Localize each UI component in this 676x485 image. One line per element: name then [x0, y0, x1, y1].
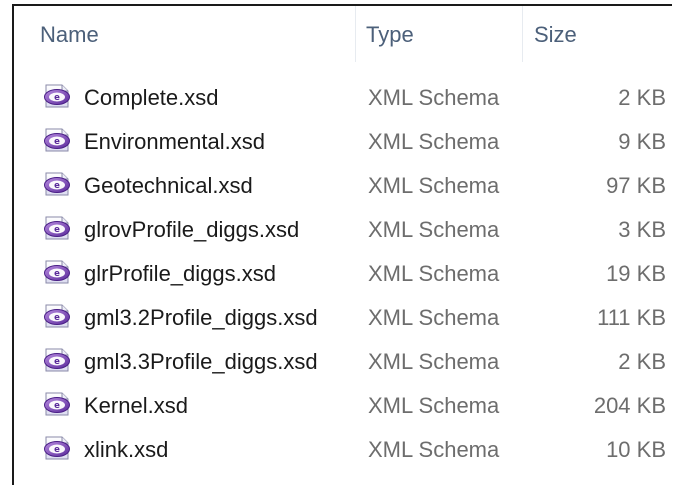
xml-schema-icon: e: [42, 304, 72, 328]
file-name: Environmental.xsd: [84, 129, 265, 154]
file-row[interactable]: e gml3.3Profile_diggs.xsd XML Schema 2 K…: [14, 340, 672, 384]
column-header-name[interactable]: Name: [40, 6, 354, 62]
svg-text:e: e: [54, 225, 60, 235]
file-row[interactable]: e gml3.2Profile_diggs.xsd XML Schema 111…: [14, 296, 672, 340]
file-size: 2 KB: [618, 85, 666, 110]
file-name: Complete.xsd: [84, 85, 219, 110]
file-name: glrProfile_diggs.xsd: [84, 261, 276, 286]
column-header-size[interactable]: Size: [534, 6, 672, 62]
xml-schema-icon: e: [42, 436, 72, 460]
file-size: 111 KB: [597, 305, 666, 330]
column-header-bar: Name Type Size: [14, 6, 672, 62]
file-name: glrovProfile_diggs.xsd: [84, 217, 300, 242]
svg-text:e: e: [54, 137, 60, 147]
svg-text:e: e: [54, 93, 60, 103]
file-type: XML Schema: [368, 393, 500, 418]
file-name: Kernel.xsd: [84, 393, 188, 418]
file-type: XML Schema: [368, 437, 500, 462]
xml-schema-icon: e: [42, 348, 72, 372]
file-row[interactable]: e Kernel.xsd XML Schema 204 KB: [14, 384, 672, 428]
svg-text:e: e: [54, 357, 60, 367]
column-divider[interactable]: [355, 6, 356, 62]
file-row[interactable]: e Complete.xsd XML Schema 2 KB: [14, 76, 672, 120]
svg-text:e: e: [54, 401, 60, 411]
file-list: e Complete.xsd XML Schema 2 KB e Environ…: [14, 76, 672, 472]
file-type: XML Schema: [368, 261, 500, 286]
svg-text:e: e: [54, 181, 60, 191]
file-row[interactable]: e Geotechnical.xsd XML Schema 97 KB: [14, 164, 672, 208]
svg-text:e: e: [54, 313, 60, 323]
file-size: 10 KB: [606, 437, 666, 462]
file-name: xlink.xsd: [84, 437, 169, 462]
file-size: 19 KB: [606, 261, 666, 286]
file-type: XML Schema: [368, 217, 500, 242]
file-type: XML Schema: [368, 85, 500, 110]
file-size: 2 KB: [618, 349, 666, 374]
xml-schema-icon: e: [42, 260, 72, 284]
svg-text:e: e: [54, 445, 60, 455]
file-row[interactable]: e glrProfile_diggs.xsd XML Schema 19 KB: [14, 252, 672, 296]
file-size: 204 KB: [593, 393, 666, 418]
file-row[interactable]: e Environmental.xsd XML Schema 9 KB: [14, 120, 672, 164]
column-header-type[interactable]: Type: [366, 6, 526, 62]
file-size: 9 KB: [618, 129, 666, 154]
svg-text:e: e: [54, 269, 60, 279]
file-type: XML Schema: [368, 349, 500, 374]
file-name: gml3.3Profile_diggs.xsd: [84, 349, 318, 374]
file-type: XML Schema: [368, 305, 500, 330]
file-type: XML Schema: [368, 129, 500, 154]
xml-schema-icon: e: [42, 172, 72, 196]
xml-schema-icon: e: [42, 84, 72, 108]
xml-schema-icon: e: [42, 216, 72, 240]
file-row[interactable]: e glrovProfile_diggs.xsd XML Schema 3 KB: [14, 208, 672, 252]
xml-schema-icon: e: [42, 392, 72, 416]
file-size: 3 KB: [618, 217, 666, 242]
file-name: gml3.2Profile_diggs.xsd: [84, 305, 318, 330]
file-type: XML Schema: [368, 173, 500, 198]
file-row[interactable]: e xlink.xsd XML Schema 10 KB: [14, 428, 672, 472]
file-list-window: Name Type Size e Complete.xsd XML Schema…: [12, 4, 672, 485]
file-name: Geotechnical.xsd: [84, 173, 253, 198]
column-divider[interactable]: [522, 6, 523, 62]
xml-schema-icon: e: [42, 128, 72, 152]
file-size: 97 KB: [606, 173, 666, 198]
